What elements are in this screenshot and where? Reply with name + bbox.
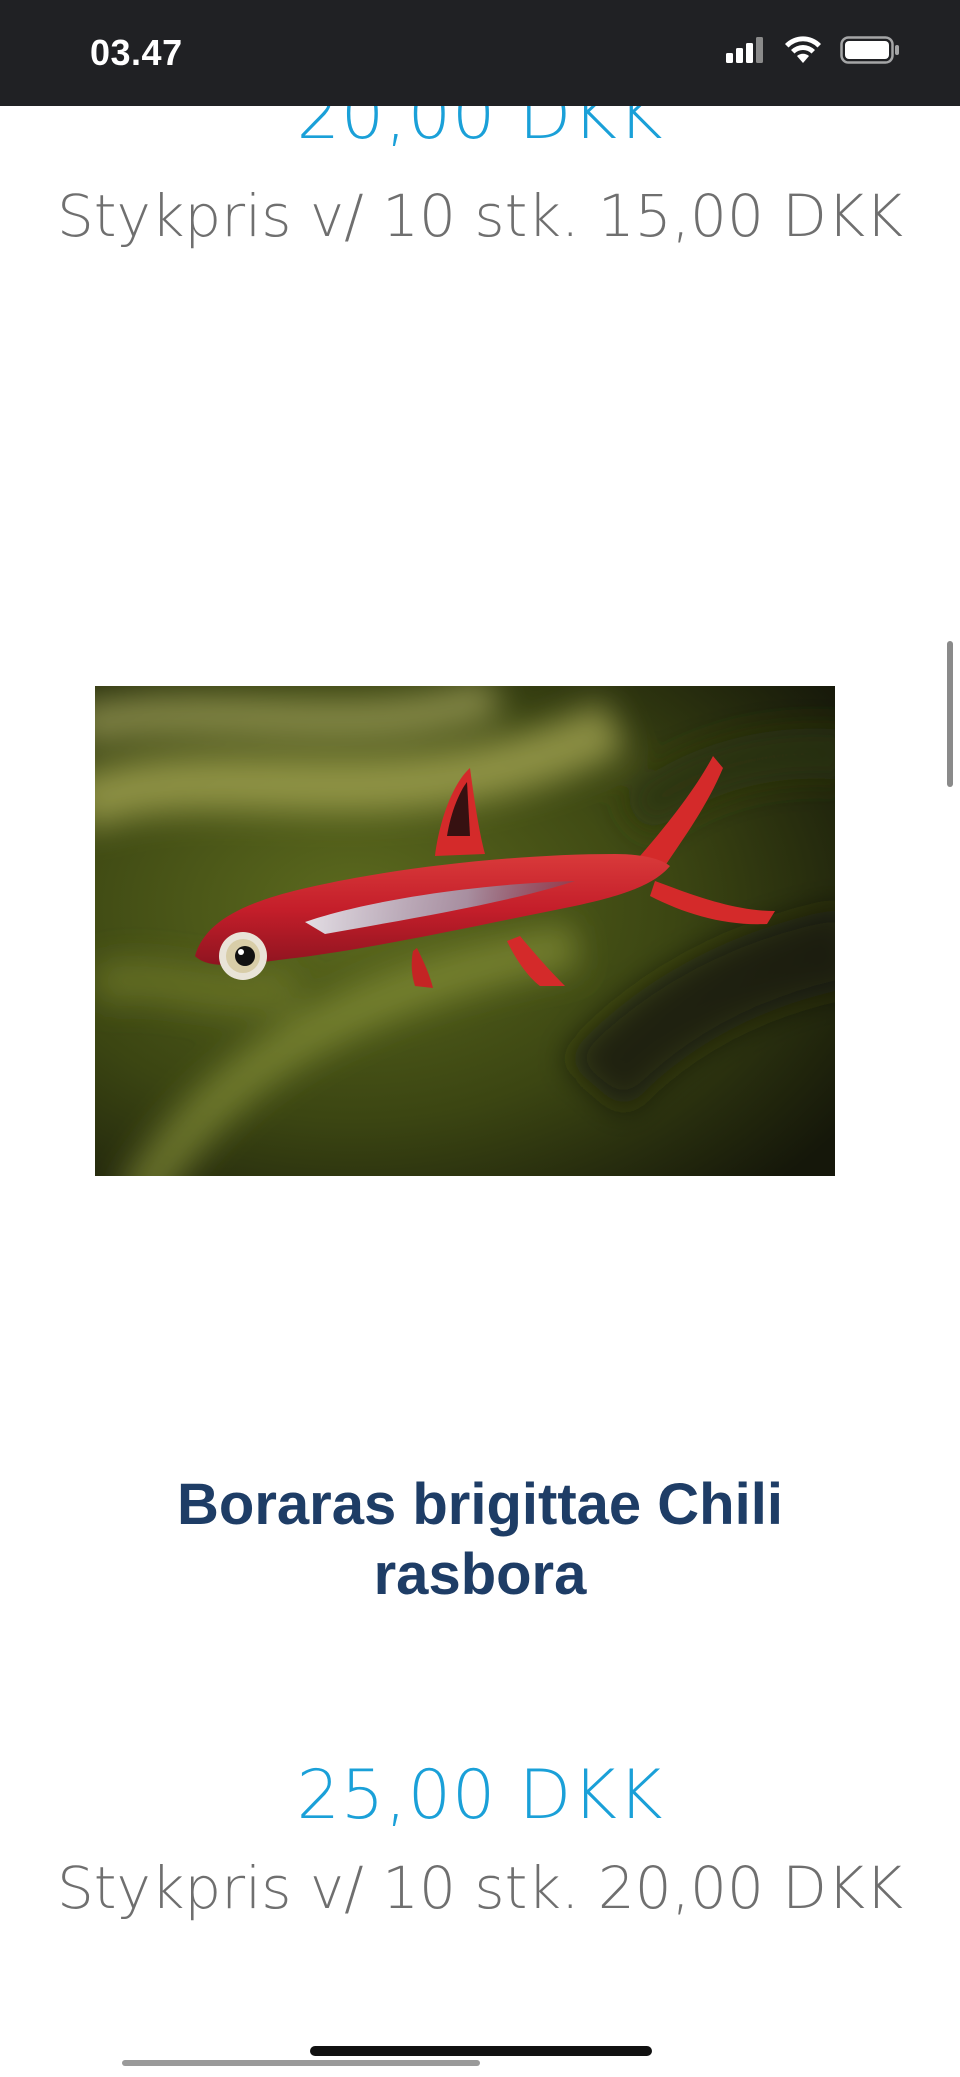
vertical-scrollbar[interactable]: [947, 641, 953, 787]
wifi-icon: [785, 36, 821, 63]
product-price: 25,00 DKK: [296, 1756, 664, 1835]
unit-price: Stykpris v/ 10 stk. 15,00 DKK: [56, 182, 904, 250]
horizontal-scrollbar[interactable]: [122, 2060, 480, 2066]
product-list: 20,00 DKK Stykpris v/ 10 stk. 15,00 DKK: [0, 106, 960, 2077]
status-icons: [726, 36, 900, 64]
unit-price: Stykpris v/ 10 stk. 20,00 DKK: [56, 1854, 904, 1922]
product-price: 20,00 DKK: [296, 106, 664, 155]
battery-icon: [840, 36, 899, 64]
status-bar: 03.47: [0, 0, 960, 106]
status-time: 03.47: [90, 32, 183, 73]
cellular-signal-icon: [726, 37, 763, 63]
product-image[interactable]: [95, 686, 835, 1176]
home-indicator[interactable]: [310, 2046, 652, 2056]
product-title[interactable]: Boraras brigittae Chili rasbora: [90, 1470, 870, 1610]
